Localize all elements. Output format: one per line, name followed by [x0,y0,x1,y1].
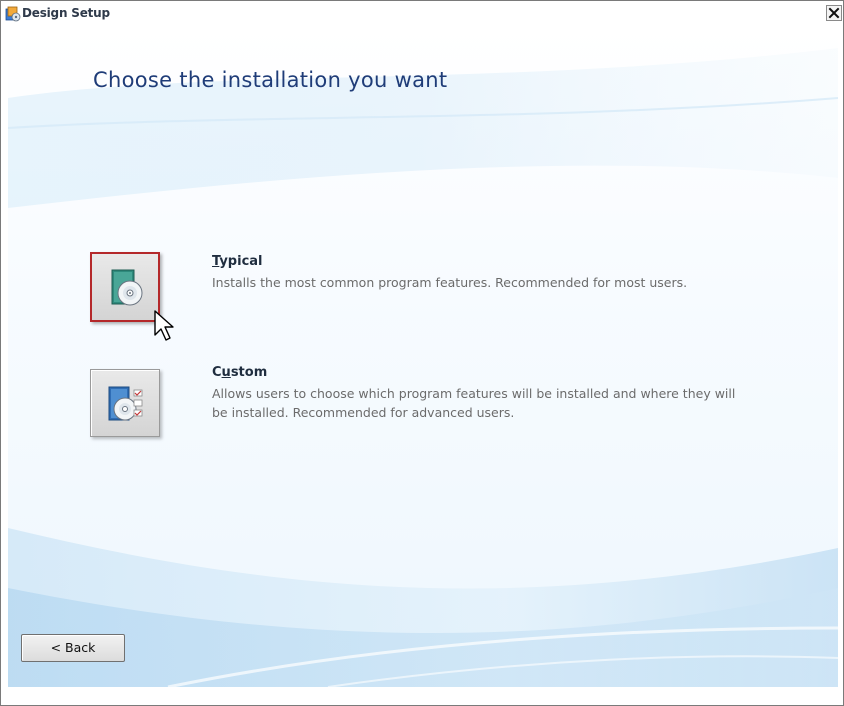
custom-heading[interactable]: Custom [212,365,267,380]
typical-description: Installs the most common program feature… [212,275,688,290]
custom-heading-rest: stom [230,365,268,380]
close-icon[interactable] [826,5,842,21]
custom-heading-first: C [212,365,222,380]
custom-install-button[interactable] [90,369,160,437]
setup-icon [5,6,21,22]
custom-install-disc-icon [108,386,143,421]
content-area: Choose the installation you want Typical… [8,28,838,687]
install-disc-icon [111,269,143,306]
background-swoosh [8,48,838,687]
setup-window: Design Setup Choose the installation you… [0,0,844,706]
window-title: Design Setup [22,6,110,20]
bottom-strip [1,687,843,705]
title-bar[interactable]: Design Setup [1,1,843,27]
custom-description: Allows users to choose which program fea… [212,386,736,420]
option-custom[interactable]: Custom Allows users to choose which prog… [8,361,838,441]
back-button[interactable]: < Back [21,634,125,662]
page-title: Choose the installation you want [93,68,448,92]
typical-heading-rest: ypical [219,254,263,269]
option-typical[interactable]: Typical Installs the most common program… [8,248,838,338]
custom-mnemonic: u [221,365,231,380]
typical-install-button[interactable] [90,252,160,322]
typical-heading[interactable]: Typical [212,254,263,269]
